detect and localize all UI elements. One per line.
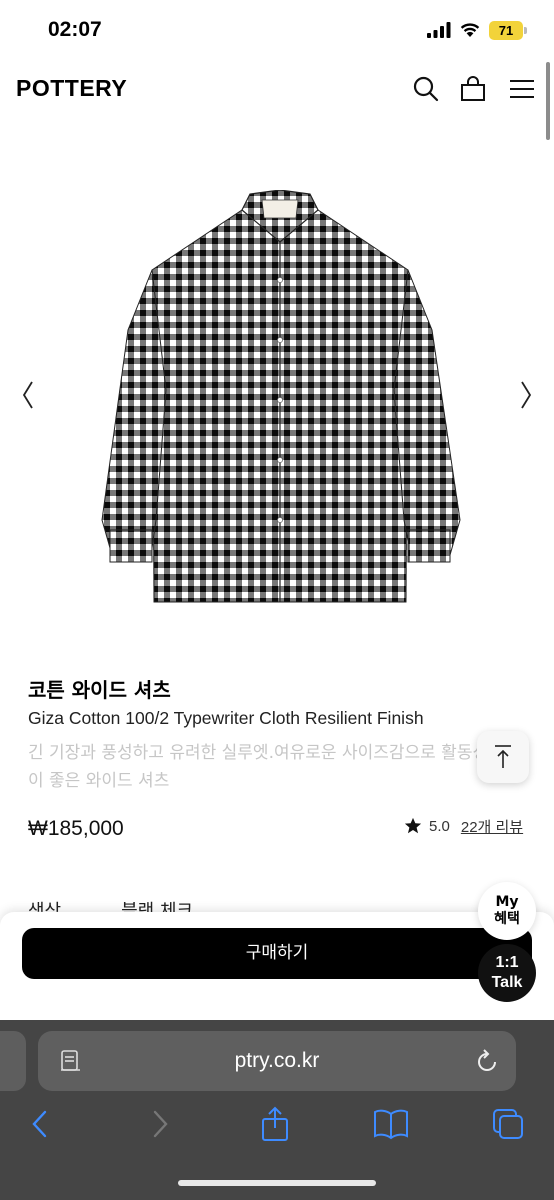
my-benefit-line2: 혜택 [494,911,520,927]
site-header: POTTERY [0,58,554,120]
rating-score: 5.0 [429,817,450,835]
review-count-link[interactable]: 22개 리뷰 [461,816,523,837]
one-on-one-talk-button[interactable]: 1:1 Talk [478,944,536,1002]
product-name-ko: 코튼 와이드 셔츠 [28,678,171,702]
star-icon [404,817,422,834]
product-name-en: Giza Cotton 100/2 Typewriter Cloth Resil… [28,708,424,728]
search-icon[interactable] [412,75,440,103]
menu-icon[interactable] [508,75,536,103]
share-icon[interactable] [258,1106,292,1142]
talk-line1: 1:1 [495,954,519,971]
chevron-right-icon[interactable] [516,378,536,412]
page-scrollbar[interactable] [546,62,550,140]
product-price: ₩185,000 [28,817,124,840]
address-url[interactable]: ptry.co.kr [38,1031,516,1091]
product-image [101,190,461,603]
home-indicator [178,1180,376,1186]
shopping-bag-icon[interactable] [459,75,487,103]
battery-indicator: 71 [489,21,523,40]
buy-button[interactable]: 구매하기 [22,928,532,979]
status-time: 02:07 [48,18,102,41]
previous-tab-preview[interactable] [0,1031,26,1091]
chevron-left-icon[interactable] [18,378,38,412]
page-menu-icon[interactable] [60,1049,82,1073]
battery-tip [524,27,527,34]
wifi-icon [460,23,480,37]
bookmarks-icon[interactable] [372,1106,410,1142]
my-benefit-line1: My [495,894,519,910]
arrow-up-icon [495,745,511,768]
status-bar: 02:07 71 [0,0,554,58]
product-gallery[interactable] [0,150,554,640]
back-icon[interactable] [28,1106,52,1142]
reload-icon[interactable] [474,1047,500,1075]
product-rating: 5.0 22개 리뷰 [404,814,523,838]
my-benefit-button[interactable]: My 혜택 [478,882,536,940]
product-description: 긴 기장과 풍성하고 유려한 실루엣.여유로운 사이즈감으로 활동성이 좋은 와… [28,743,489,791]
talk-line2: Talk [491,974,523,991]
cellular-signal-icon [427,22,451,38]
site-logo[interactable]: POTTERY [16,75,127,102]
tabs-icon[interactable] [490,1106,526,1142]
scroll-to-top-button[interactable] [477,731,529,783]
forward-icon[interactable] [148,1106,172,1142]
